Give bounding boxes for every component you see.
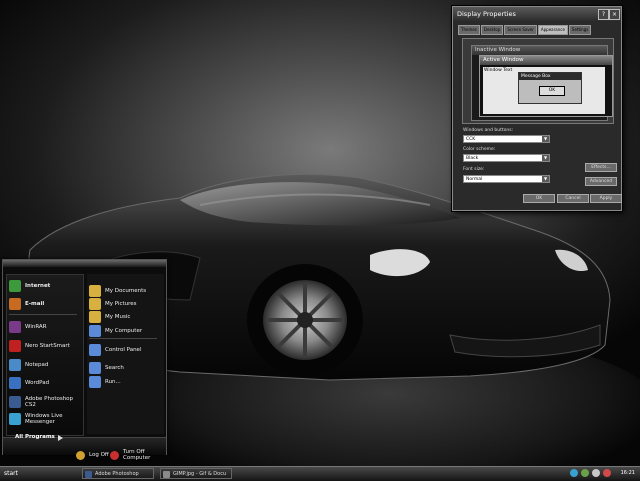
turn-off-icon — [110, 450, 119, 460]
system-tray: 16:21 — [566, 468, 638, 479]
close-button[interactable]: × — [609, 9, 620, 20]
taskbar: start Adobe Photoshop GIMP.jpg - Gif & Do… — [0, 466, 640, 481]
taskbar-task-button[interactable]: GIMP.jpg - Gif & Docu — [160, 468, 232, 479]
appearance-preview: Inactive Window Active Window Window Tex… — [462, 38, 614, 124]
taskbar-task-label: Adobe Photoshop — [95, 471, 139, 477]
start-menu-item-label: Adobe Photoshop CS2 — [25, 395, 74, 409]
tab-strip: Themes Desktop Screen Saver Appearance S… — [458, 25, 592, 35]
volume-tray-icon[interactable] — [592, 469, 600, 477]
internet-icon — [9, 280, 21, 292]
network-tray-icon[interactable] — [581, 469, 589, 477]
messenger-icon — [9, 413, 21, 425]
computer-icon — [89, 325, 101, 337]
preview-message-box: Message Box OK — [518, 72, 582, 104]
nero-icon — [9, 340, 21, 352]
preview-active-window: Active Window Window Text Message Box OK — [479, 55, 613, 117]
color-scheme-label: Color scheme: — [463, 147, 496, 152]
preview-active-title: Active Window — [480, 56, 612, 65]
start-menu-item-label: My Pictures — [105, 300, 137, 307]
tab-themes[interactable]: Themes — [458, 25, 480, 35]
wordpad-icon — [9, 377, 21, 389]
windows-buttons-value: CCK — [466, 137, 476, 142]
clock[interactable]: 16:21 — [621, 468, 635, 479]
advanced-button[interactable]: Advanced — [585, 177, 617, 186]
start-menu-item[interactable]: Control Panel — [89, 341, 161, 359]
start-menu-item-label: My Music — [105, 313, 131, 320]
start-menu-item[interactable]: Nero StartSmart — [9, 337, 81, 355]
control-panel-icon — [89, 344, 101, 356]
start-menu-item-label: Control Panel — [105, 346, 142, 353]
preview-ok-button: OK — [539, 86, 565, 96]
effects-button[interactable]: Effects... — [585, 163, 617, 172]
start-menu-item-label: WordPad — [25, 379, 50, 386]
font-size-select[interactable]: Normal ▼ — [463, 175, 550, 183]
windows-buttons-select[interactable]: CCK ▼ — [463, 135, 550, 143]
log-off-icon — [76, 450, 85, 460]
chevron-down-icon[interactable]: ▼ — [542, 176, 549, 182]
notepad-icon — [9, 359, 21, 371]
messenger-tray-icon[interactable] — [570, 469, 578, 477]
run-icon — [89, 376, 101, 388]
windows-buttons-label: Windows and buttons: — [463, 128, 514, 133]
taskbar-task-button[interactable]: Adobe Photoshop — [82, 468, 154, 479]
font-size-value: Normal — [466, 177, 483, 182]
tab-settings[interactable]: Settings — [568, 25, 592, 35]
preview-inactive-title: Inactive Window — [472, 46, 607, 55]
winrar-icon — [9, 321, 21, 333]
window-title: Display Properties — [457, 10, 516, 18]
start-menu-separator — [89, 338, 157, 339]
tab-desktop[interactable]: Desktop — [480, 25, 504, 35]
tab-appearance[interactable]: Appearance — [537, 25, 568, 35]
start-menu-item-label: E-mail — [25, 300, 45, 307]
start-menu-item[interactable]: Notepad — [9, 356, 81, 374]
ok-button[interactable]: OK — [523, 194, 555, 203]
color-scheme-select[interactable]: Black ▼ — [463, 154, 550, 162]
taskbar-task-label: GIMP.jpg - Gif & Docu — [173, 471, 227, 477]
start-menu-separator — [9, 314, 77, 315]
turn-off-button[interactable]: Turn Off Computer — [110, 448, 170, 462]
all-programs-arrow-icon[interactable] — [58, 435, 63, 441]
turn-off-label: Turn Off Computer — [123, 448, 151, 462]
tab-screen-saver[interactable]: Screen Saver — [504, 25, 537, 35]
start-button[interactable]: start — [0, 467, 30, 481]
font-size-label: Font size: — [463, 167, 485, 172]
start-menu-item-label: WinRAR — [25, 323, 47, 330]
photoshop-icon — [9, 396, 21, 408]
photoshop-icon — [85, 471, 92, 478]
log-off-label: Log Off — [89, 451, 109, 458]
start-menu-item[interactable]: Internet — [9, 277, 79, 295]
cancel-button[interactable]: Cancel — [557, 194, 589, 203]
chevron-down-icon[interactable]: ▼ — [542, 136, 549, 142]
start-menu-item-label: Notepad — [25, 361, 49, 368]
help-button[interactable]: ? — [598, 9, 609, 20]
start-menu-item-label: Run... — [105, 378, 121, 385]
start-menu-item[interactable]: Windows Live Messenger — [9, 410, 81, 428]
start-menu-item-label: My Computer — [105, 327, 143, 334]
image-icon — [163, 471, 170, 478]
chevron-down-icon[interactable]: ▼ — [542, 155, 549, 161]
start-menu-item[interactable]: WinRAR — [9, 318, 81, 336]
security-tray-icon[interactable] — [603, 469, 611, 477]
start-menu-item[interactable]: WordPad — [9, 374, 81, 392]
display-properties-window[interactable]: Display Properties ? × Themes Desktop Sc… — [452, 6, 622, 211]
window-titlebar[interactable]: Display Properties ? × — [453, 7, 621, 21]
start-menu-header — [3, 260, 166, 267]
all-programs-button[interactable]: All Programs — [15, 434, 55, 440]
preview-message-title: Message Box — [519, 73, 581, 80]
start-menu-item[interactable]: Run... — [89, 373, 161, 391]
start-menu-item-label: My Documents — [105, 287, 147, 294]
start-menu-item-label: Windows Live Messenger — [25, 412, 63, 426]
start-menu-item-label: Search — [105, 364, 124, 371]
start-menu-item[interactable]: E-mail — [9, 295, 79, 313]
start-menu-item-label: Nero StartSmart — [25, 342, 70, 349]
apply-button[interactable]: Apply — [590, 194, 622, 203]
color-scheme-value: Black — [466, 156, 479, 161]
start-menu-item-label: Internet — [25, 282, 51, 289]
start-menu-item[interactable]: Adobe Photoshop CS2 — [9, 393, 81, 411]
email-icon — [9, 298, 21, 310]
